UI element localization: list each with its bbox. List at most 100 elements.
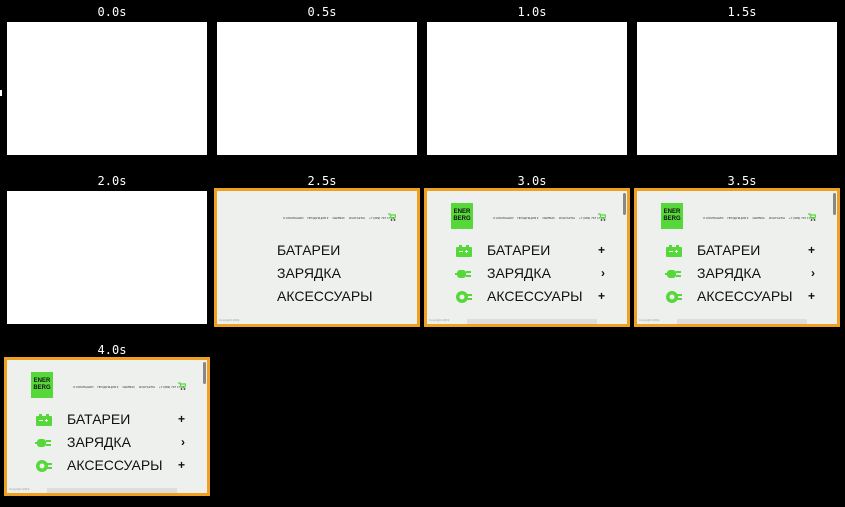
nav-item[interactable]: О КОМПАНИИ (73, 385, 93, 389)
nav-item[interactable]: СЕРВИС (542, 216, 555, 220)
top-nav: О КОМПАНИИ ПРОДУКЦИЯ ▾ СЕРВИС КОНТАКТЫ +7 (9… (73, 385, 184, 389)
frame-screenshot: О КОМПАНИИ ПРОДУКЦИЯ ▾ СЕРВИС КОНТАКТЫ +7 (9… (214, 188, 420, 327)
menu-item-1[interactable]: ЗАРЯДКА (245, 261, 395, 284)
menu-item-label: БАТАРЕИ (277, 241, 341, 258)
menu-expand-icon[interactable]: › (601, 266, 605, 280)
logo-text-1: ENER (453, 209, 471, 215)
menu-item-2[interactable]: АКСЕССУАРЫ (245, 284, 395, 307)
menu-item-label: ЗАРЯДКА (487, 264, 551, 281)
nav-item[interactable]: О КОМПАНИИ (493, 216, 513, 220)
menu-item-0[interactable]: БАТАРЕИ + (665, 238, 815, 261)
nav-item[interactable]: ПРОДУКЦИЯ ▾ (517, 216, 538, 220)
accessory-icon (455, 290, 473, 303)
brand-logo[interactable]: ENER BERG (31, 372, 53, 398)
logo-text-2: BERG (453, 216, 471, 222)
brand-logo[interactable]: ENER BERG (661, 203, 683, 229)
category-menu: БАТАРЕИ ЗАРЯДКА АКСЕССУАРЫ (245, 238, 395, 307)
menu-expand-icon[interactable]: + (808, 289, 815, 303)
menu-item-1[interactable]: ЗАРЯДКА › (455, 261, 605, 284)
menu-expand-icon[interactable]: › (181, 435, 185, 449)
nav-item[interactable]: ПРОДУКЦИЯ ▾ (307, 216, 328, 220)
footer-text: Copyright 2019 (429, 318, 450, 322)
menu-item-2[interactable]: АКСЕССУАРЫ + (665, 284, 815, 307)
frame-time-label: 4.0s (97, 343, 127, 357)
menu-item-label: АКСЕССУАРЫ (487, 287, 583, 304)
menu-item-0[interactable]: БАТАРЕИ + (35, 407, 185, 430)
logo-text-2: BERG (33, 385, 51, 391)
battery-icon (665, 244, 683, 257)
menu-item-2[interactable]: АКСЕССУАРЫ + (35, 453, 185, 476)
menu-item-label: АКСЕССУАРЫ (67, 456, 163, 473)
footer-text: Copyright 2019 (639, 318, 660, 322)
frame-screenshot: ENER BERG О КОМПАНИИ ПРОДУКЦИЯ ▾ СЕРВИС КОНТА… (424, 188, 630, 327)
category-menu: БАТАРЕИ + ЗАРЯДКА › АКСЕССУАРЫ + (35, 407, 185, 476)
plug-icon (35, 436, 53, 448)
scrollbar[interactable] (623, 193, 626, 215)
category-menu: БАТАРЕИ + ЗАРЯДКА › АКСЕССУАРЫ + (665, 238, 815, 307)
cart-icon[interactable] (178, 382, 186, 390)
frame-time-label: 0.0s (97, 5, 127, 19)
nav-item[interactable]: КОНТАКТЫ (349, 216, 365, 220)
nav-item[interactable]: О КОМПАНИИ (283, 216, 303, 220)
website-view: ENER BERG О КОМПАНИИ ПРОДУКЦИЯ ▾ СЕРВИС КОНТА… (637, 191, 837, 324)
battery-icon (35, 413, 53, 426)
frame-screenshot (427, 22, 627, 155)
frame-time-label: 3.5s (727, 174, 757, 188)
website-view: ENER BERG О КОМПАНИИ ПРОДУКЦИЯ ▾ СЕРВИС КОНТА… (427, 191, 627, 324)
cart-icon[interactable] (598, 213, 606, 221)
scrollbar[interactable] (203, 362, 206, 384)
frame-time-label: 2.0s (97, 174, 127, 188)
nav-item[interactable]: ПРОДУКЦИЯ ▾ (97, 385, 118, 389)
menu-item-1[interactable]: ЗАРЯДКА › (665, 261, 815, 284)
menu-item-label: АКСЕССУАРЫ (697, 287, 793, 304)
frame-screenshot (7, 22, 207, 155)
logo-text-1: ENER (663, 209, 681, 215)
nav-item[interactable]: ПРОДУКЦИЯ ▾ (727, 216, 748, 220)
website-view: О КОМПАНИИ ПРОДУКЦИЯ ▾ СЕРВИС КОНТАКТЫ +7 (9… (217, 191, 417, 324)
bottom-banner (467, 319, 597, 324)
top-nav: О КОМПАНИИ ПРОДУКЦИЯ ▾ СЕРВИС КОНТАКТЫ +7 (9… (493, 216, 604, 220)
nav-item[interactable]: КОНТАКТЫ (559, 216, 575, 220)
frame-time-label: 1.0s (517, 5, 547, 19)
footer-text: Copyright 2019 (9, 487, 30, 491)
plug-icon (455, 267, 473, 279)
menu-expand-icon[interactable]: + (598, 243, 605, 257)
logo-text-2: BERG (663, 216, 681, 222)
category-menu: БАТАРЕИ + ЗАРЯДКА › АКСЕССУАРЫ + (455, 238, 605, 307)
nav-item[interactable]: КОНТАКТЫ (139, 385, 155, 389)
menu-item-label: ЗАРЯДКА (277, 264, 341, 281)
bottom-banner (677, 319, 807, 324)
menu-item-label: БАТАРЕИ (67, 410, 131, 427)
menu-item-label: БАТАРЕИ (487, 241, 551, 258)
menu-item-2[interactable]: АКСЕССУАРЫ + (455, 284, 605, 307)
cart-icon[interactable] (808, 213, 816, 221)
menu-item-label: АКСЕССУАРЫ (277, 287, 373, 304)
frame-screenshot: ENER BERG О КОМПАНИИ ПРОДУКЦИЯ ▾ СЕРВИС КОНТА… (4, 357, 210, 496)
nav-item[interactable]: СЕРВИС (752, 216, 765, 220)
menu-expand-icon[interactable]: + (598, 289, 605, 303)
nav-item[interactable]: СЕРВИС (332, 216, 345, 220)
nav-item[interactable]: СЕРВИС (122, 385, 135, 389)
accessory-icon (665, 290, 683, 303)
menu-item-label: ЗАРЯДКА (67, 433, 131, 450)
menu-expand-icon[interactable]: + (808, 243, 815, 257)
nav-item[interactable]: О КОМПАНИИ (703, 216, 723, 220)
menu-item-0[interactable]: БАТАРЕИ + (455, 238, 605, 261)
scrollbar[interactable] (833, 193, 836, 215)
menu-item-0[interactable]: БАТАРЕИ (245, 238, 395, 261)
footer-text: Copyright 2019 (219, 318, 240, 322)
menu-item-1[interactable]: ЗАРЯДКА › (35, 430, 185, 453)
frame-time-label: 3.0s (517, 174, 547, 188)
brand-logo[interactable]: ENER BERG (451, 203, 473, 229)
menu-expand-icon[interactable]: › (811, 266, 815, 280)
logo-text-1: ENER (33, 378, 51, 384)
frame-time-label: 1.5s (727, 5, 757, 19)
nav-item[interactable]: КОНТАКТЫ (769, 216, 785, 220)
menu-expand-icon[interactable]: + (178, 458, 185, 472)
cart-icon[interactable] (388, 213, 396, 221)
battery-icon (455, 244, 473, 257)
top-nav: О КОМПАНИИ ПРОДУКЦИЯ ▾ СЕРВИС КОНТАКТЫ +7 (9… (703, 216, 814, 220)
plug-icon (665, 267, 683, 279)
menu-item-label: БАТАРЕИ (697, 241, 761, 258)
menu-expand-icon[interactable]: + (178, 412, 185, 426)
